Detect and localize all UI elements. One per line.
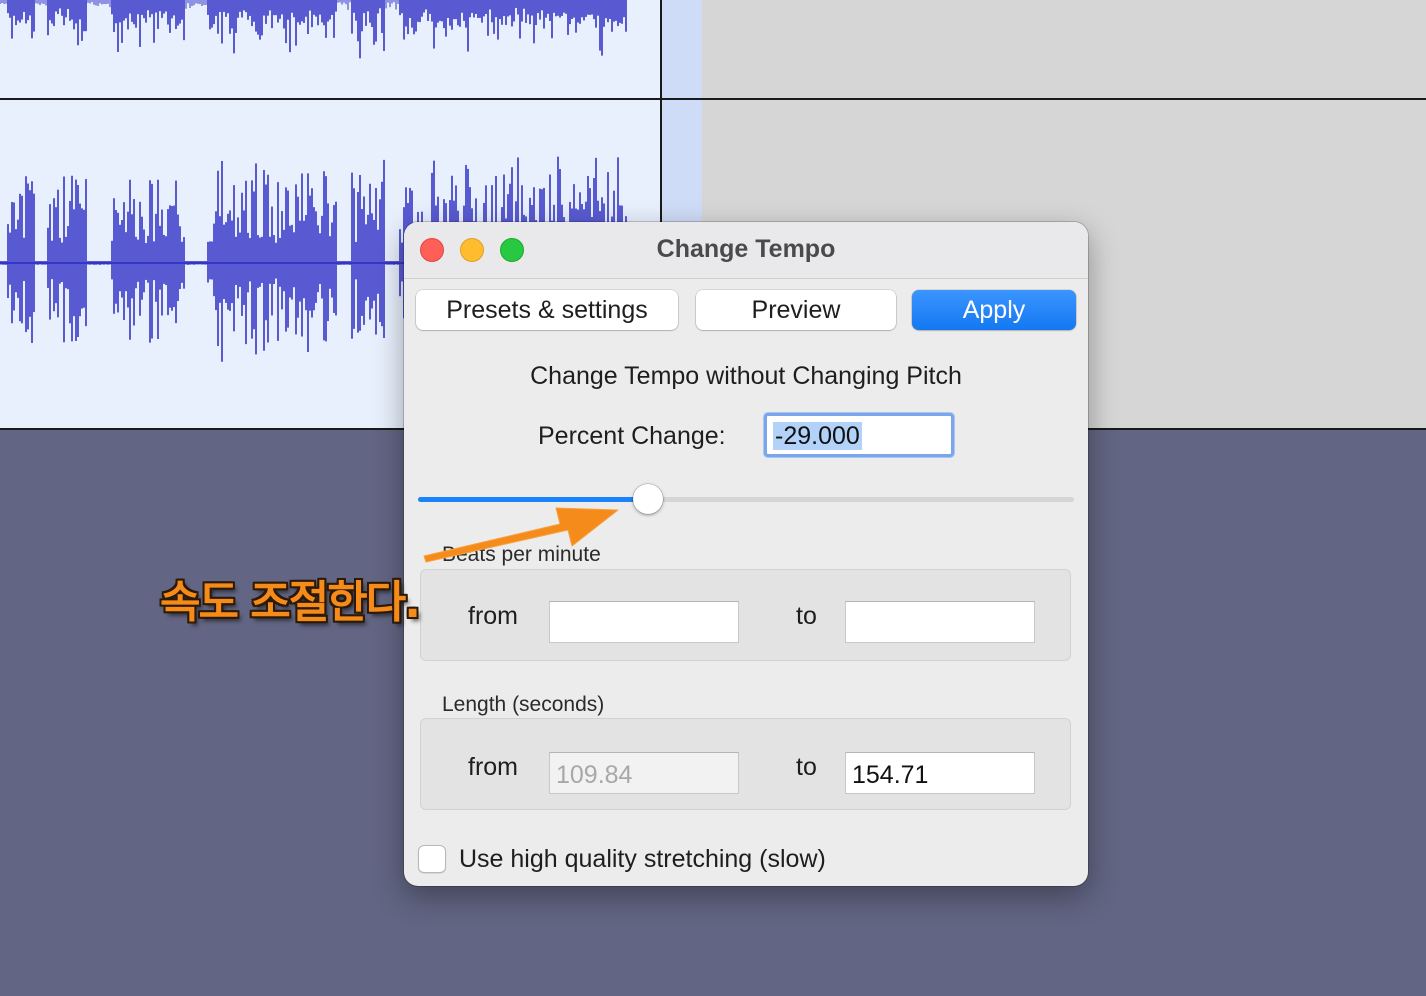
length-from-label: from [468, 753, 518, 781]
bpm-group: from to [420, 569, 1071, 661]
length-to-field[interactable]: 154.71 [845, 752, 1035, 794]
bpm-from-field[interactable] [549, 601, 739, 643]
bpm-group-label: Beats per minute [442, 543, 601, 566]
apply-button[interactable]: Apply [912, 290, 1076, 330]
channel-divider [0, 98, 1426, 100]
high-quality-label[interactable]: Use high quality stretching (slow) [459, 845, 826, 874]
change-tempo-dialog: Change Tempo Presets & settings Preview … [404, 222, 1088, 886]
percent-change-value: -29.000 [773, 422, 862, 450]
length-to-label: to [796, 753, 817, 781]
high-quality-checkbox[interactable] [418, 845, 446, 873]
percent-change-input[interactable]: -29.000 [764, 413, 954, 457]
percent-change-slider-knob[interactable] [632, 484, 663, 514]
bpm-to-label: to [796, 602, 817, 630]
audacity-window: Change Tempo Presets & settings Preview … [0, 0, 1426, 996]
dialog-title: Change Tempo [656, 235, 836, 263]
length-from-field: 109.84 [549, 752, 739, 794]
effect-heading: Change Tempo without Changing Pitch [530, 362, 962, 390]
preview-button[interactable]: Preview [696, 290, 896, 330]
bpm-to-field[interactable] [845, 601, 1035, 643]
waveform-channel-left [0, 0, 627, 59]
length-group-label: Length (seconds) [442, 693, 605, 716]
percent-change-label: Percent Change: [538, 422, 726, 450]
length-group: from 109.84 to 154.71 [420, 718, 1071, 810]
percent-change-slider-fill [418, 497, 648, 502]
presets-settings-button[interactable]: Presets & settings [416, 290, 678, 330]
bpm-from-label: from [468, 602, 518, 630]
annotation-caption: 속도 조절한다. [160, 577, 421, 628]
